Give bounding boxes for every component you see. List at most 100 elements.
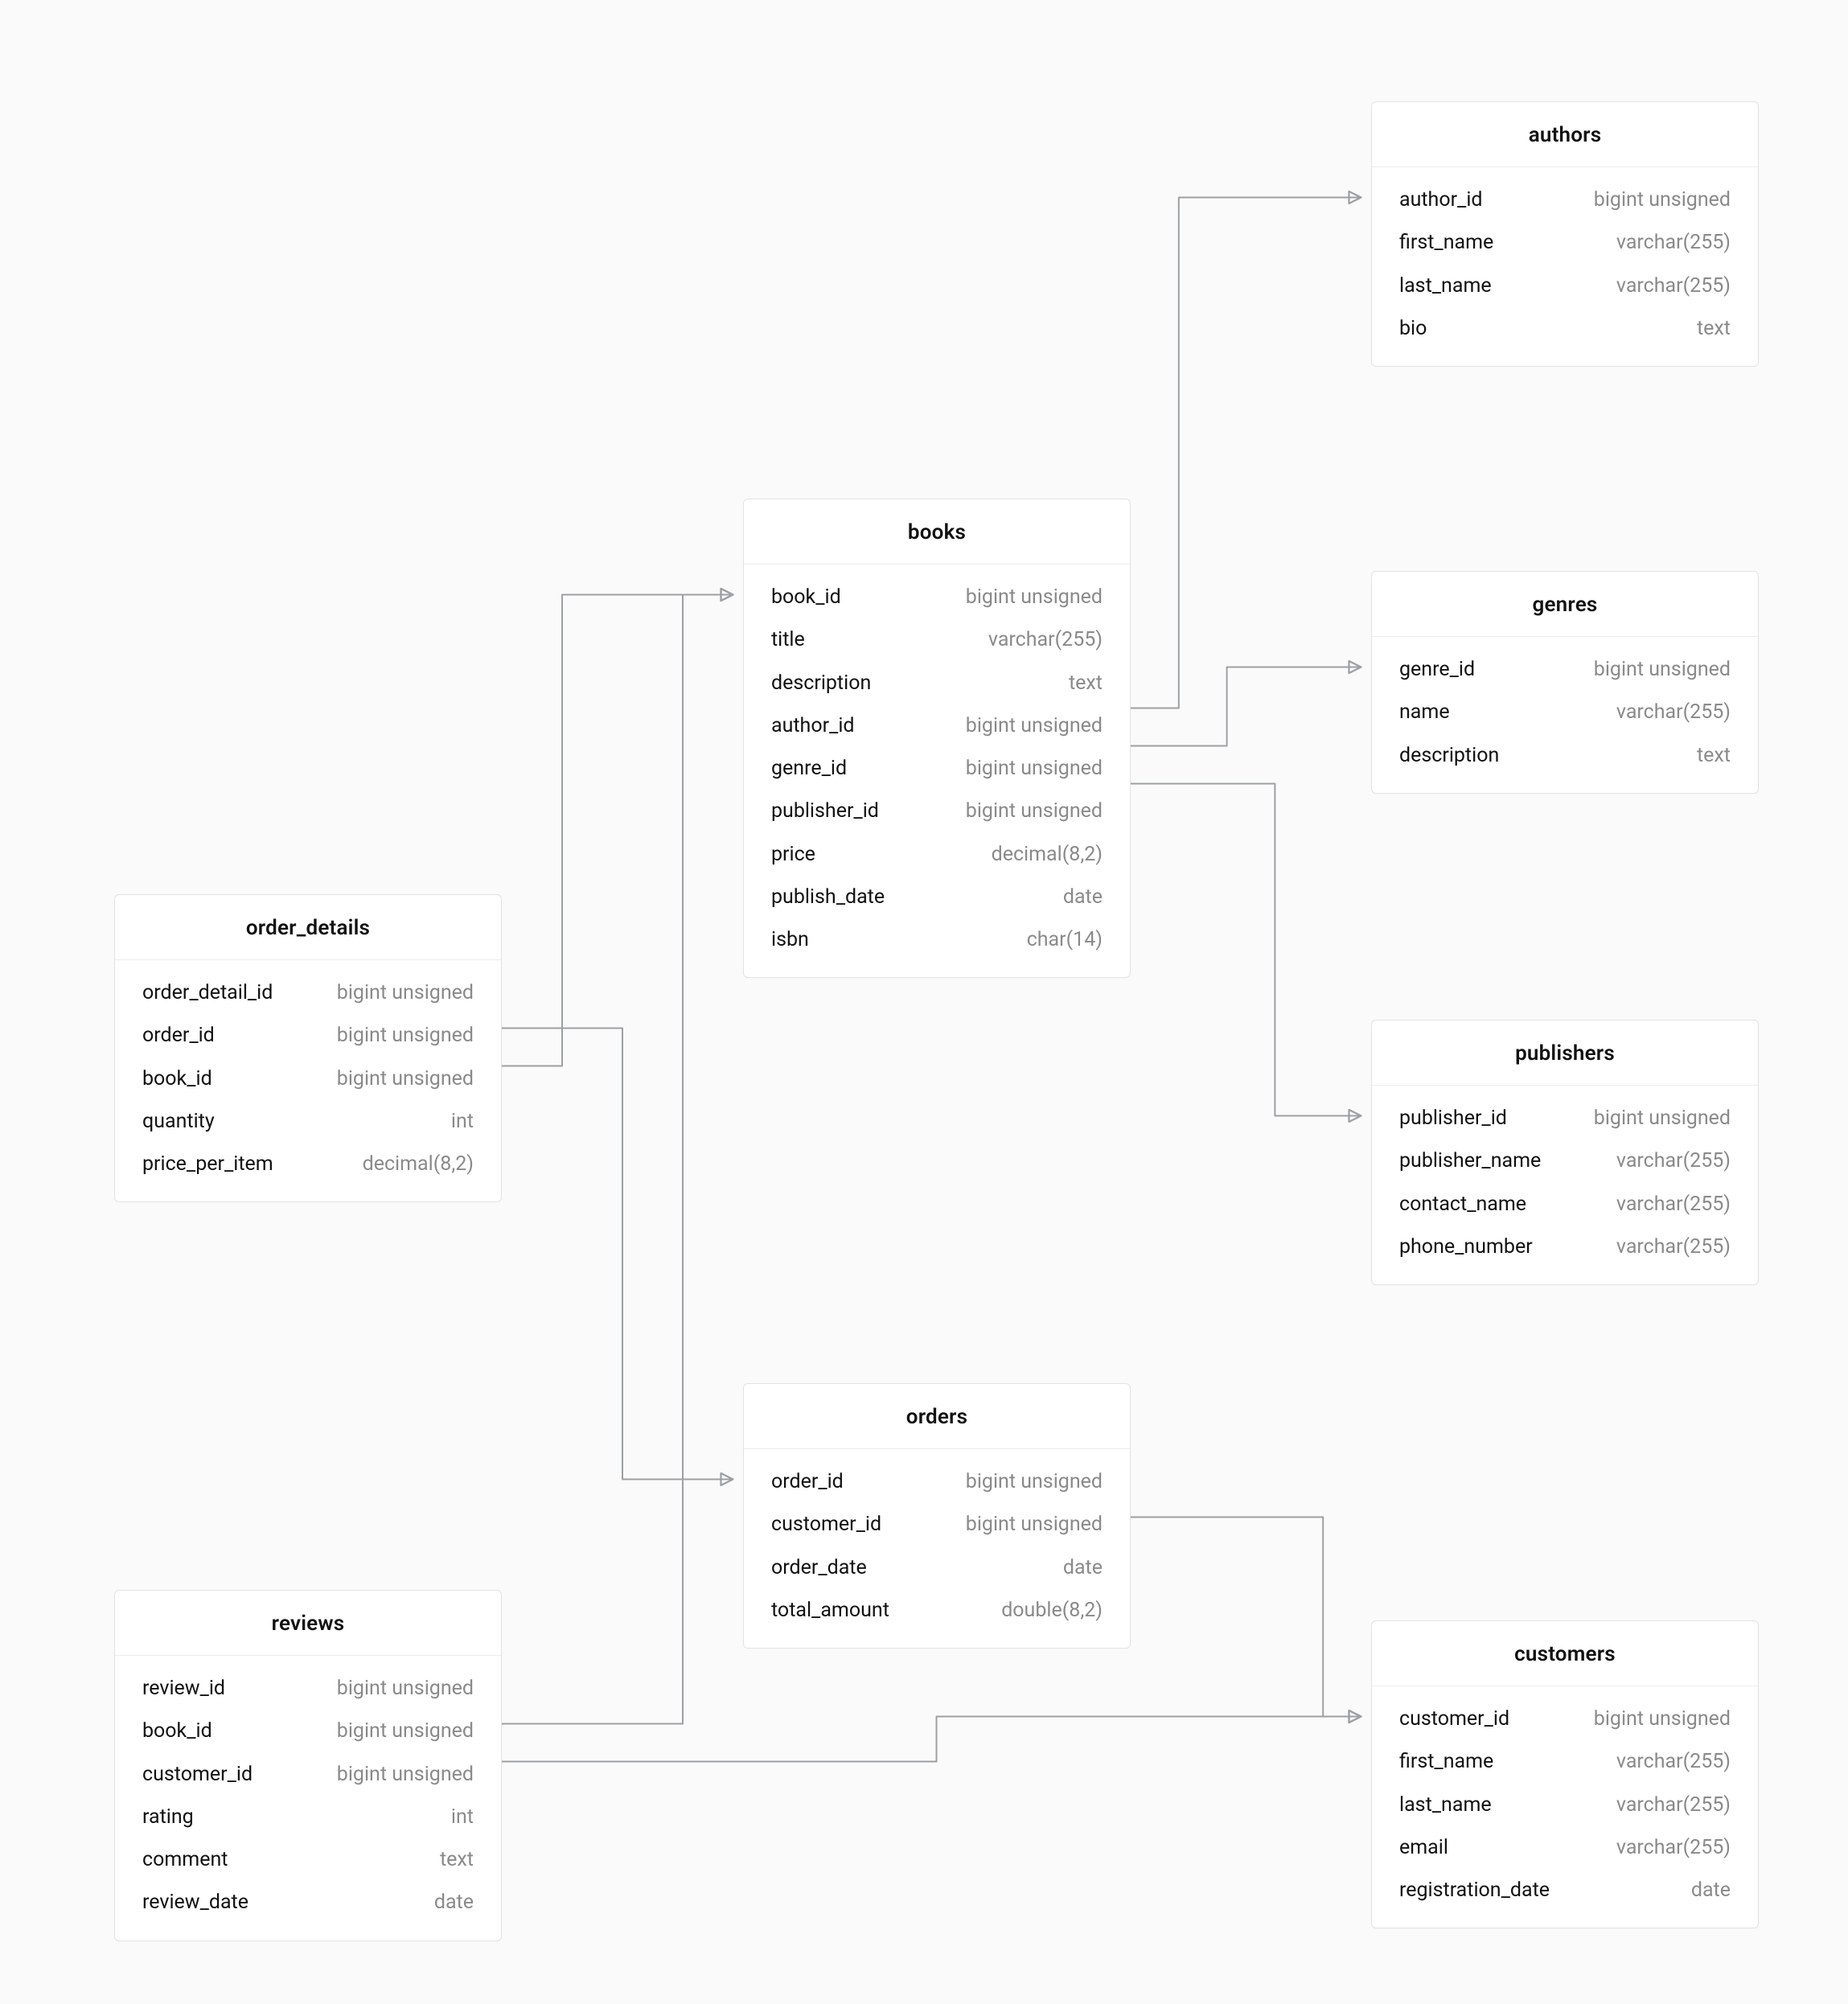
relation-order_details-book_id-to-books (502, 595, 732, 1066)
table-column: book_idbigint unsigned (115, 1057, 501, 1100)
column-name: first_name (1399, 1749, 1493, 1774)
table-column: titlevarchar(255) (744, 618, 1130, 661)
column-name: author_id (1399, 187, 1483, 212)
column-name: customer_id (1399, 1706, 1509, 1731)
table-column: publisher_idbigint unsigned (744, 790, 1130, 832)
table-customers[interactable]: customers customer_id bigint unsigned first… (1371, 1620, 1759, 1928)
table-column: bio text (1372, 307, 1758, 350)
column-name: order_id (771, 1469, 844, 1494)
column-type: date (1691, 1878, 1731, 1903)
column-name: publisher_id (1399, 1106, 1507, 1131)
table-title: customers (1372, 1621, 1758, 1686)
column-type: bigint unsigned (337, 1066, 474, 1091)
column-name: comment (142, 1847, 228, 1872)
column-name: isbn (771, 927, 809, 952)
table-reviews[interactable]: reviews review_idbigint unsigned book_id bi… (114, 1590, 502, 1941)
column-name: review_date (142, 1890, 248, 1915)
table-column: review_idbigint unsigned (115, 1667, 501, 1710)
column-type: varchar(255) (1616, 1234, 1731, 1259)
table-authors[interactable]: authorsauthor_idbigint unsignedfirst_nam… (1371, 101, 1759, 367)
column-type: bigint unsigned (1594, 1706, 1731, 1731)
table-column: last_name varchar(255) (1372, 1784, 1758, 1826)
column-name: bio (1399, 316, 1427, 341)
column-type: decimal(8,2) (363, 1152, 474, 1177)
table-column: order_idbigint unsigned (115, 1014, 501, 1057)
column-type: bigint unsigned (337, 980, 474, 1005)
table-columns: genre_idbigint unsignednamevarchar(255)d… (1372, 637, 1758, 793)
column-type: bigint unsigned (1594, 187, 1731, 212)
column-type: bigint unsigned (966, 585, 1103, 610)
table-column: descriptiontext (1372, 734, 1758, 777)
table-column: genre_idbigint unsigned (1372, 648, 1758, 691)
column-name: book_id (142, 1719, 212, 1743)
column-name: registration_date (1399, 1878, 1550, 1903)
column-name: email (1399, 1835, 1448, 1860)
column-name: rating (142, 1805, 194, 1829)
column-type: bigint unsigned (966, 756, 1103, 781)
column-type: date (434, 1890, 474, 1915)
table-column: first_namevarchar(255) (1372, 1740, 1758, 1783)
column-name: publish_date (771, 885, 885, 910)
column-name: book_id (771, 585, 841, 610)
column-name: last_name (1399, 273, 1492, 298)
table-columns: customer_idbigint unsignedfirst_namevarc… (1372, 1686, 1758, 1928)
column-name: last_name (1399, 1793, 1492, 1817)
column-type: text (1697, 316, 1731, 341)
table-column: ratingint (115, 1796, 501, 1838)
column-name: contact_name (1399, 1192, 1526, 1217)
column-name: publisher_name (1399, 1148, 1541, 1173)
column-type: varchar(255) (1616, 1835, 1731, 1860)
table-column: customer_idbigint unsigned (115, 1753, 501, 1796)
column-name: quantity (142, 1109, 215, 1134)
column-type: text (1069, 671, 1103, 696)
table-title: order_details (115, 895, 501, 960)
table-column: total_amountdouble(8,2) (744, 1589, 1130, 1632)
relation-books-publisher_id-to-publishers (1131, 784, 1360, 1116)
table-title: reviews (115, 1591, 501, 1656)
table-column: publisher_idbigint unsigned (1372, 1097, 1758, 1140)
column-name: order_detail_id (142, 980, 273, 1005)
table-column: order_datedate (744, 1546, 1130, 1589)
relation-reviews-book_id-to-books (502, 595, 732, 1724)
table-order_details[interactable]: order_detailsorder_detail_idbigint unsig… (114, 894, 502, 1202)
column-name: title (771, 627, 805, 652)
erd-canvas: authorsauthor_idbigint unsignedfirst_nam… (0, 0, 1848, 2004)
column-type: bigint unsigned (337, 1023, 474, 1048)
column-name: price_per_item (142, 1152, 273, 1177)
table-title: publishers (1372, 1020, 1758, 1086)
column-name: description (771, 671, 871, 696)
table-column: pricedecimal(8,2) (744, 833, 1130, 876)
column-type: bigint unsigned (337, 1676, 474, 1701)
table-column: last_namevarchar(255) (1372, 265, 1758, 307)
column-name: description (1399, 743, 1499, 768)
column-type: bigint unsigned (337, 1719, 474, 1743)
table-columns: review_idbigint unsigned book_id bigint un… (115, 1656, 501, 1940)
table-column: first_name varchar(255) (1372, 221, 1758, 264)
column-type: double(8,2) (1001, 1598, 1103, 1623)
table-title: genres (1372, 572, 1758, 637)
column-type: varchar(255) (1616, 700, 1731, 725)
table-publishers[interactable]: publisherspublisher_idbigint unsignedpub… (1371, 1020, 1759, 1285)
table-column: email varchar(255) (1372, 1826, 1758, 1869)
table-column: customer_idbigint unsigned (744, 1503, 1130, 1546)
column-type: varchar(255) (1616, 1192, 1731, 1217)
relation-books-genre_id-to-genres (1131, 667, 1360, 746)
table-column: isbn char(14) (744, 918, 1130, 961)
table-books[interactable]: booksbook_idbigint unsignedtitlevarchar(… (743, 499, 1131, 978)
table-column: book_id bigint unsigned (115, 1710, 501, 1752)
table-column: review_date date (115, 1881, 501, 1924)
table-column: contact_name varchar(255) (1372, 1183, 1758, 1226)
table-columns: author_id bigint unsigned first_name varcha… (1372, 167, 1758, 366)
column-name: first_name (1399, 230, 1493, 255)
table-genres[interactable]: genresgenre_idbigint unsignednamevarchar… (1371, 571, 1759, 794)
table-column: commenttext (115, 1838, 501, 1881)
column-name: genre_id (771, 756, 847, 781)
column-type: char(14) (1027, 927, 1103, 952)
column-type: date (1063, 1555, 1103, 1580)
table-column: author_id bigint unsigned (1372, 179, 1758, 221)
column-name: customer_id (142, 1762, 253, 1787)
column-type: varchar(255) (1616, 230, 1731, 255)
column-type: varchar(255) (1616, 1793, 1731, 1817)
table-orders[interactable]: ordersorder_idbigint unsignedcustomer_id… (743, 1383, 1131, 1649)
column-name: phone_number (1399, 1234, 1533, 1259)
